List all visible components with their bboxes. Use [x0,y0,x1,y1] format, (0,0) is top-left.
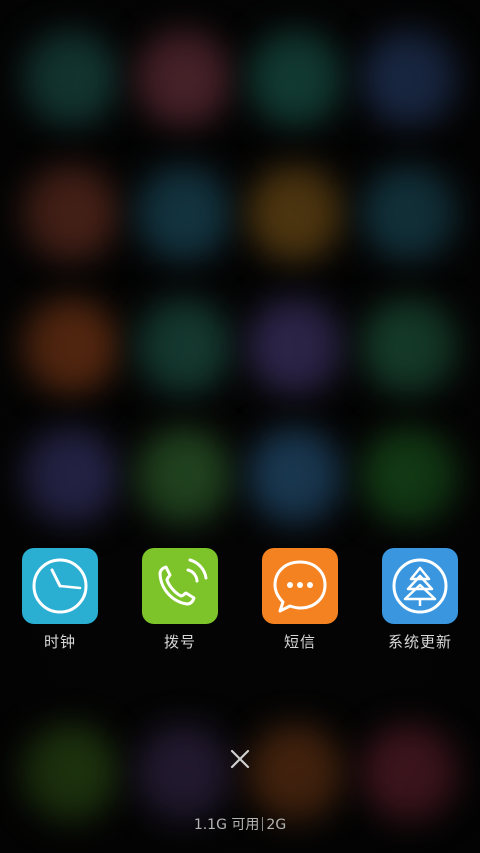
recent-apps-row: 时钟 拨号 短信 系统更新 [0,548,480,658]
recent-apps-screen: 时钟 拨号 短信 系统更新 1.1G 可用 2G [0,0,480,853]
close-all-button[interactable] [222,741,258,777]
memory-divider [262,817,264,831]
system-update-icon [382,548,458,624]
recent-app-system-update[interactable]: 系统更新 [360,548,480,658]
phone-icon [142,548,218,624]
memory-status: 1.1G 可用 2G [0,815,480,835]
recent-app-messages[interactable]: 短信 [240,548,360,658]
memory-total: 2G [266,817,287,833]
recent-app-dialer[interactable]: 拨号 [120,548,240,658]
message-icon [262,548,338,624]
dim-overlay [0,0,480,853]
clock-icon [22,548,98,624]
recent-app-label: 系统更新 [387,633,452,651]
close-icon [230,749,250,769]
recent-app-label: 短信 [283,633,316,651]
recent-app-label: 时钟 [43,633,76,651]
recent-app-label: 拨号 [163,633,196,651]
recent-app-clock[interactable]: 时钟 [0,548,120,658]
memory-available: 1.1G 可用 [193,817,260,833]
